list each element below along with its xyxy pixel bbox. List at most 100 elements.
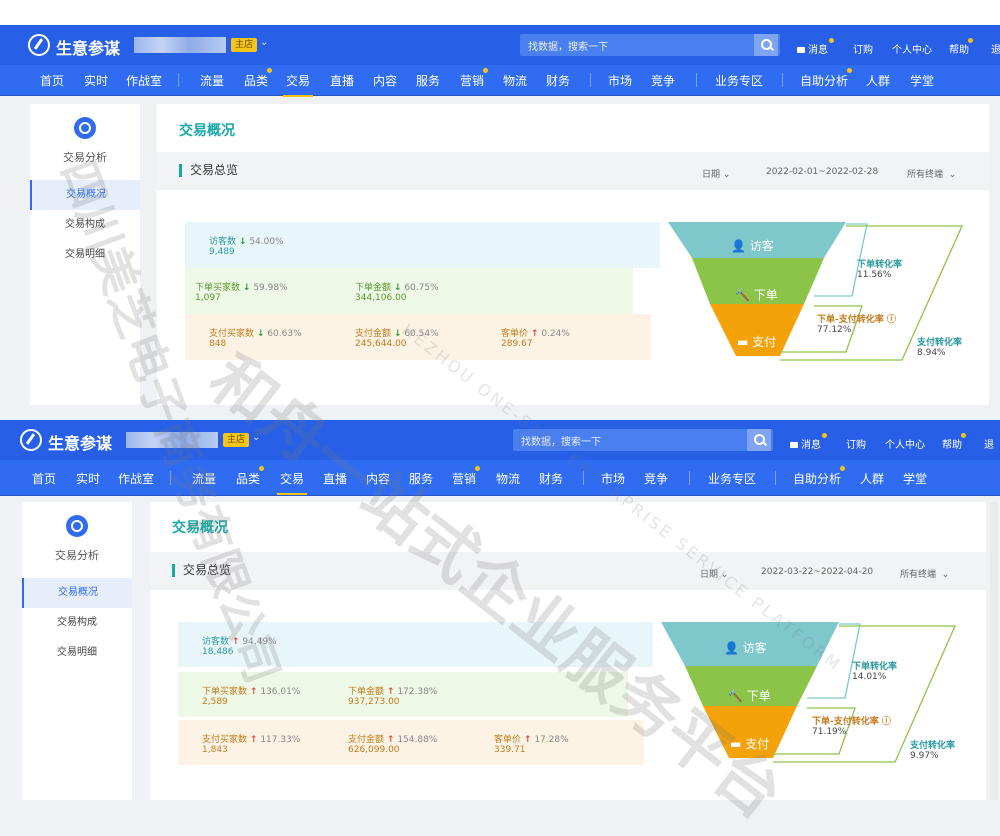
nav-traffic[interactable]: 流量 [192, 470, 216, 487]
nav-service[interactable]: 服务 [409, 470, 433, 487]
nav-live[interactable]: 直播 [330, 72, 354, 89]
nav-home[interactable]: 首页 [32, 470, 56, 487]
nav-logistics[interactable]: 物流 [496, 470, 520, 487]
nav-crowd[interactable]: 人群 [866, 72, 890, 89]
nav-academy[interactable]: 学堂 [903, 470, 927, 487]
nav-academy[interactable]: 学堂 [910, 72, 934, 89]
nav-business-zone[interactable]: 业务专区 [715, 72, 763, 89]
metric-order-buyers[interactable]: 下单买家数 ↓ 59.98% [195, 280, 288, 293]
help-icon[interactable]: ⓘ [882, 717, 891, 727]
nav-category[interactable]: 品类 [236, 470, 260, 487]
chevron-down-icon[interactable]: ⌄ [260, 37, 268, 48]
nav-live[interactable]: 直播 [323, 470, 347, 487]
section-header: 交易总览 日期 ⌄ 2022-03-22~2022-04-20 所有终端 ⌄ [150, 552, 986, 590]
search-button[interactable] [754, 34, 778, 56]
nav-self-analysis[interactable]: 自助分析 [793, 470, 841, 487]
logout-link[interactable]: 退 [984, 436, 994, 451]
nav-home[interactable]: 首页 [40, 72, 64, 89]
nav-category[interactable]: 品类 [244, 72, 268, 89]
nav-war-room[interactable]: 作战室 [126, 72, 162, 89]
metric-unit-price[interactable]: 客单价 ↑ 0.24% [501, 326, 570, 339]
terminal-select[interactable]: 所有终端 ⌄ [907, 167, 956, 180]
metric-visitors-value: 18,486 [202, 647, 234, 657]
date-range[interactable]: 2022-03-22~2022-04-20 [761, 567, 873, 577]
search-button[interactable] [747, 429, 771, 451]
arrow-up-icon: ↑ [249, 735, 258, 745]
metric-unit-price-value: 339.71 [494, 745, 526, 755]
nav-war-room[interactable]: 作战室 [118, 470, 154, 487]
metric-order-amount[interactable]: 下单金额 ↓ 60.75% [355, 280, 439, 293]
nav-trade[interactable]: 交易 [282, 72, 314, 97]
sidebar-item-composition[interactable]: 交易构成 [22, 608, 132, 638]
nav-competition[interactable]: 竞争 [644, 470, 668, 487]
nav-finance[interactable]: 财务 [539, 470, 563, 487]
nav-realtime[interactable]: 实时 [84, 72, 108, 89]
metric-unit-price[interactable]: 客单价 ↑ 17.28% [494, 732, 569, 745]
nav-competition[interactable]: 竞争 [651, 72, 675, 89]
help-link[interactable]: 帮助 [942, 436, 962, 451]
search-input[interactable]: 找数据，搜索一下 [520, 34, 780, 56]
metric-order-buyers[interactable]: 下单买家数 ↑ 136.01% [202, 684, 300, 697]
sidebar-item-overview[interactable]: 交易概况 [22, 578, 132, 608]
date-range[interactable]: 2022-02-01~2022-02-28 [766, 167, 878, 177]
profile-link[interactable]: 个人中心 [885, 436, 925, 451]
nav-trade[interactable]: 交易 [276, 470, 308, 495]
metric-order-amount[interactable]: 下单金额 ↑ 172.38% [348, 684, 437, 697]
date-filter[interactable]: 日期 ⌄ [700, 567, 728, 580]
nav-traffic[interactable]: 流量 [200, 72, 224, 89]
shop-name-blurred[interactable] [126, 432, 218, 448]
chevron-down-icon[interactable]: ⌄ [252, 432, 260, 443]
profile-link[interactable]: 个人中心 [892, 41, 932, 56]
nav-marketing[interactable]: 营销 [452, 470, 476, 487]
nav-content[interactable]: 内容 [366, 470, 390, 487]
metric-pay-buyers[interactable]: 支付买家数 ↓ 60.63% [209, 326, 302, 339]
sidebar-item-detail[interactable]: 交易明细 [30, 240, 140, 270]
subscribe-link[interactable]: 订购 [846, 436, 866, 451]
sidebar-item-overview[interactable]: 交易概况 [30, 180, 140, 210]
search-input[interactable]: 找数据，搜索一下 [513, 429, 773, 451]
compass-logo-icon[interactable] [28, 34, 50, 56]
nav-marketing[interactable]: 营销 [460, 72, 484, 89]
order-conversion-value: 11.56% [857, 270, 892, 280]
vertical-scrollbar[interactable] [990, 502, 998, 800]
nav-finance[interactable]: 财务 [546, 72, 570, 89]
nav-content[interactable]: 内容 [373, 72, 397, 89]
subscribe-link[interactable]: 订购 [853, 41, 873, 56]
nav-crowd[interactable]: 人群 [860, 470, 884, 487]
nav-divider [782, 73, 783, 87]
nav-self-analysis[interactable]: 自助分析 [800, 72, 848, 89]
metric-visitors[interactable]: 访客数 ↑ 94.49% [202, 634, 277, 647]
date-filter[interactable]: 日期 ⌄ [702, 167, 730, 180]
sidebar-item-detail[interactable]: 交易明细 [22, 638, 132, 668]
notification-dot [968, 38, 973, 43]
nav-market[interactable]: 市场 [601, 470, 625, 487]
brand-name[interactable]: 生意参谋 [48, 430, 112, 454]
metric-visitors[interactable]: 访客数 ↓ 54.00% [209, 234, 284, 247]
metric-pay-buyers-value: 1,843 [202, 745, 228, 755]
metric-pay-buyers[interactable]: 支付买家数 ↑ 117.33% [202, 732, 300, 745]
message-link[interactable]: 消息 [790, 436, 821, 451]
nav-business-zone[interactable]: 业务专区 [708, 470, 756, 487]
nav-badge-dot [259, 466, 264, 471]
nav-market[interactable]: 市场 [608, 72, 632, 89]
nav-realtime[interactable]: 实时 [76, 470, 100, 487]
nav-service[interactable]: 服务 [416, 72, 440, 89]
terminal-select[interactable]: 所有终端 ⌄ [900, 567, 949, 580]
compass-logo-icon[interactable] [20, 429, 42, 451]
shop-name-blurred[interactable] [134, 37, 226, 53]
sidebar: 交易分析 交易概况 交易构成 交易明细 [22, 502, 132, 800]
nav-logistics[interactable]: 物流 [503, 72, 527, 89]
metric-pay-amount[interactable]: 支付金额 ↑ 154.88% [348, 732, 437, 745]
help-icon[interactable]: ⓘ [887, 315, 896, 325]
brand-name[interactable]: 生意参谋 [56, 35, 120, 59]
sidebar-item-composition[interactable]: 交易构成 [30, 210, 140, 240]
help-link[interactable]: 帮助 [949, 41, 969, 56]
pay-conversion-label: 支付转化率 [917, 338, 963, 348]
message-link[interactable]: 消息 [797, 41, 828, 56]
metric-order-amount-value: 344,106.00 [355, 293, 407, 303]
order-pay-conversion-label[interactable]: 下单-支付转化率 ⓘ [812, 714, 891, 727]
order-pay-conversion-label[interactable]: 下单-支付转化率 ⓘ [817, 312, 896, 325]
arrow-up-icon: ↑ [249, 687, 258, 697]
metric-pay-amount[interactable]: 支付金额 ↓ 60.54% [355, 326, 439, 339]
logout-link[interactable]: 退 [991, 41, 1000, 56]
